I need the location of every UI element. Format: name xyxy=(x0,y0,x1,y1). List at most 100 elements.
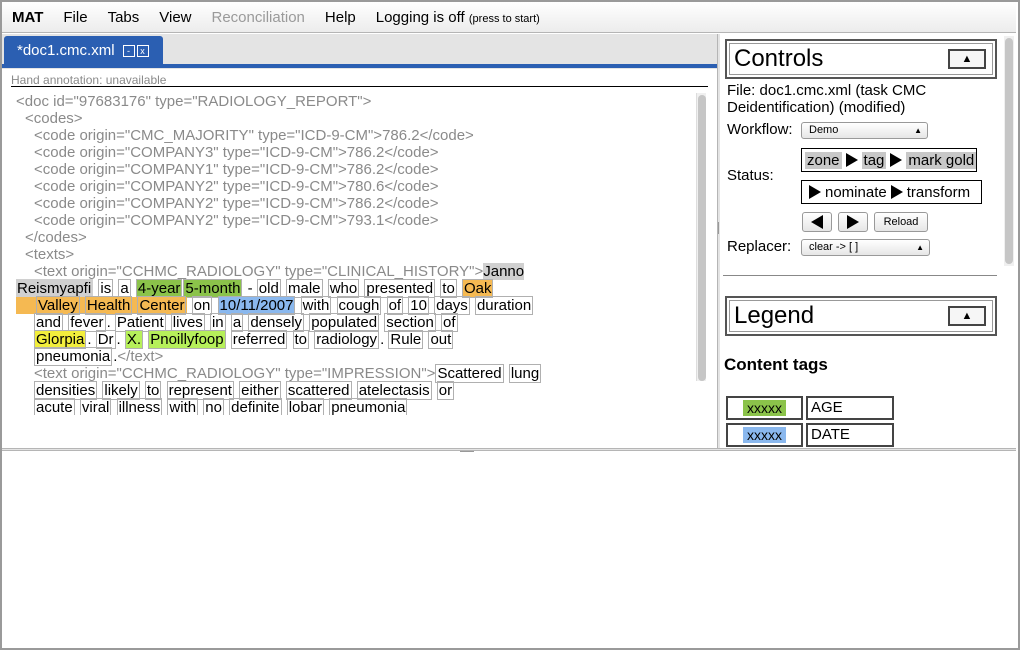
controls-header: Controls ▲ xyxy=(725,39,997,79)
tab-strip: *doc1.cmc.xml - x xyxy=(2,34,717,66)
content-tags-heading: Content tags xyxy=(724,355,828,374)
document-pane: *doc1.cmc.xml - x Hand annotation: unava… xyxy=(2,34,717,461)
status-steps-row2: nominate transform xyxy=(801,180,982,204)
token: duration xyxy=(474,296,534,315)
next-step-button[interactable] xyxy=(838,212,868,232)
document-scrollbar[interactable] xyxy=(696,93,706,381)
doc-line: acute viral illness with no definite lob… xyxy=(16,398,696,415)
text-tag-close: </text> xyxy=(117,348,164,365)
minimize-tab-button[interactable]: - xyxy=(122,44,135,57)
menu-file[interactable]: File xyxy=(53,9,97,26)
step-tag[interactable]: tag xyxy=(861,151,887,169)
token: referred xyxy=(230,330,288,349)
token: out xyxy=(428,330,454,349)
triangle-right-icon xyxy=(847,215,859,229)
chevron-up-icon: ▲ xyxy=(961,53,973,65)
document-area: Hand annotation: unavailable <doc id="97… xyxy=(2,69,717,461)
token: radiology xyxy=(314,330,380,349)
step-mark-gold[interactable]: mark gold xyxy=(906,151,977,169)
document-text[interactable]: <doc id="97683176" type="RADIOLOGY_REPOR… xyxy=(16,93,696,415)
menu-reconciliation: Reconciliation xyxy=(211,8,305,26)
token: illness xyxy=(116,398,163,415)
doc-line: pneumonia .</text> xyxy=(16,347,696,366)
menu-app[interactable]: MAT xyxy=(2,9,53,26)
doc-line: <text origin="CCHMC_RADIOLOGY" type="IMP… xyxy=(16,364,696,383)
token: to xyxy=(292,330,310,349)
tab-doc1[interactable]: *doc1.cmc.xml - x xyxy=(4,36,163,65)
reload-button[interactable]: Reload xyxy=(874,212,928,232)
menu-tabs[interactable]: Tabs xyxy=(98,9,150,26)
bottom-pane xyxy=(2,452,1016,648)
workflow-label: Workflow: xyxy=(727,121,793,138)
previous-step-button[interactable] xyxy=(802,212,832,232)
token: . xyxy=(87,331,92,348)
doc-line: <code origin="COMPANY2" type="ICD-9-CM">… xyxy=(34,195,439,212)
token: with xyxy=(167,398,199,415)
token: . xyxy=(116,331,121,348)
collapse-legend-button[interactable]: ▲ xyxy=(948,306,986,326)
legend-header: Legend ▲ xyxy=(725,296,997,336)
token: no xyxy=(203,398,224,415)
doc-line: <code origin="COMPANY1" type="ICD-9-CM">… xyxy=(34,161,439,178)
legend-label: AGE xyxy=(806,396,894,420)
doc-line: <code origin="CMC_MAJORITY" type="ICD-9-… xyxy=(34,127,474,144)
close-tab-button[interactable]: x xyxy=(136,44,149,57)
legend-swatch: xxxxx xyxy=(726,423,803,447)
menu-help[interactable]: Help xyxy=(315,9,366,26)
legend-title: Legend xyxy=(734,302,815,329)
token: lobar xyxy=(286,398,325,415)
arrow-right-icon xyxy=(845,153,858,167)
annotation-doctor[interactable]: X. xyxy=(124,330,144,349)
doc-line: Reismyapfi is a 4-year 5-month - old male… xyxy=(16,279,696,298)
replacer-select[interactable]: clear -> [ ] ▲ xyxy=(801,239,930,256)
step-nominate[interactable]: nominate xyxy=(825,184,887,201)
logging-status: Logging is off xyxy=(375,8,465,26)
legend-label: DATE xyxy=(806,423,894,447)
controls-scrollbar[interactable] xyxy=(1004,36,1014,266)
chevron-up-icon: ▲ xyxy=(961,310,973,322)
token: viral xyxy=(79,398,112,415)
token: pneumonia xyxy=(34,347,113,366)
token: Rule xyxy=(388,330,424,349)
status-label: Status: xyxy=(727,167,774,184)
doc-line: Valley Health Center on 10/11/2007 with … xyxy=(16,296,696,315)
annotation-patient[interactable]: Janno xyxy=(483,263,525,280)
token: . xyxy=(106,314,111,331)
doc-line: </codes> xyxy=(25,229,87,246)
doc-line: <codes> xyxy=(25,110,83,127)
step-transform[interactable]: transform xyxy=(907,184,970,201)
collapse-controls-button[interactable]: ▲ xyxy=(948,49,986,69)
doc-line: <code origin="COMPANY2" type="ICD-9-CM">… xyxy=(34,212,439,229)
select-arrows-icon: ▲ xyxy=(916,243,924,252)
token: or xyxy=(436,381,455,400)
arrow-right-icon xyxy=(809,185,821,199)
step-zone[interactable]: zone xyxy=(805,151,842,169)
swatch-sample: xxxxx xyxy=(743,400,786,416)
doc-line: densities likely to represent either sca… xyxy=(16,381,696,400)
controls-title: Controls xyxy=(734,45,824,72)
triangle-left-icon xyxy=(811,215,823,229)
scrollbar-thumb[interactable] xyxy=(698,95,706,381)
controls-pane: Controls ▲ File: doc1.cmc.xml (task CMC … xyxy=(720,34,1016,448)
scrollbar-thumb[interactable] xyxy=(1005,38,1013,264)
menu-view[interactable]: View xyxy=(149,9,201,26)
token: acute xyxy=(34,398,75,415)
tab-title: *doc1.cmc.xml xyxy=(17,42,115,59)
tab-underline xyxy=(2,64,717,68)
divider xyxy=(723,275,997,276)
divider xyxy=(11,86,708,87)
token: pneumonia xyxy=(329,398,408,415)
token: lung xyxy=(508,364,542,383)
swatch-sample: xxxxx xyxy=(743,427,786,443)
token: - xyxy=(247,280,253,297)
horizontal-splitter[interactable] xyxy=(2,448,1016,451)
workflow-select[interactable]: Demo ▲ xyxy=(801,122,928,139)
menu-bar: MAT File Tabs View Reconciliation Help L… xyxy=(2,2,1016,33)
doc-line: <text origin="CCHMC_RADIOLOGY" type="CLI… xyxy=(16,263,696,280)
logging-hint: (press to start) xyxy=(468,12,540,25)
legend-swatch: xxxxx xyxy=(726,396,803,420)
doc-line: and fever. Patient lives in a densely po… xyxy=(16,313,696,332)
annotation-doctor[interactable]: Pnoillyfoop xyxy=(148,330,226,349)
logging-toggle[interactable]: Logging is off (press to start) xyxy=(366,9,550,26)
file-info: File: doc1.cmc.xml (task CMC Deidentific… xyxy=(727,82,927,116)
